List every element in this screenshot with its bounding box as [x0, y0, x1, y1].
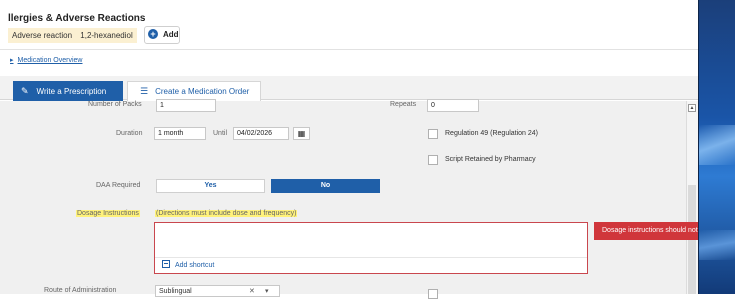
chevron-down-icon[interactable]: ▾ [265, 286, 269, 297]
number-of-packs-input[interactable]: 1 [156, 99, 216, 112]
regulation-49-label: Regulation 49 (Regulation 24) [445, 130, 539, 137]
medication-overview-label: Medication Overview [17, 57, 83, 64]
add-shortcut-label: Add shortcut [175, 262, 215, 269]
dosage-instructions-textarea[interactable] [154, 222, 588, 274]
scroll-up-arrow-icon[interactable]: ▲ [688, 104, 696, 112]
until-label: Until [213, 130, 228, 137]
clear-icon[interactable]: ✕ [249, 286, 255, 297]
shortcut-icon [162, 260, 170, 269]
dosage-instructions-hint: (Directions must include dose and freque… [155, 210, 298, 217]
repeats-input[interactable]: 0 [427, 99, 479, 112]
daa-required-label: DAA Required [96, 182, 141, 189]
until-date-input[interactable]: 04/02/2026 [233, 127, 289, 140]
arrow-icon: ▸ [10, 57, 14, 64]
reaction-substance: 1,2-hexanediol [80, 31, 133, 40]
list-icon: ☰ [140, 86, 149, 96]
repeats-label: Repeats [390, 101, 417, 108]
daa-yes-button[interactable]: Yes [156, 179, 265, 193]
duration-input[interactable]: 1 month [154, 127, 206, 140]
desktop-light-beam-lower [699, 230, 735, 260]
add-allergy-button[interactable]: + Add [144, 26, 180, 44]
tab-create-medication-order-label: Create a Medication Order [155, 87, 250, 96]
route-side-checkbox[interactable] [428, 289, 438, 299]
pencil-icon: ✎ [21, 86, 29, 96]
dosage-instructions-label: Dosage Instructions [76, 210, 140, 217]
allergy-chip[interactable]: Adverse reaction 1,2-hexanediol [8, 28, 137, 43]
reaction-type: Adverse reaction [12, 31, 73, 40]
add-shortcut-link[interactable]: Add shortcut [162, 260, 215, 269]
plus-icon: + [148, 28, 158, 39]
script-retained-checkbox[interactable] [428, 155, 438, 165]
dosage-divider [155, 257, 587, 258]
route-label: Route of Administration [44, 287, 117, 294]
allergies-panel: llergies & Adverse Reactions Adverse rea… [0, 0, 698, 50]
daa-no-button[interactable]: No [271, 179, 380, 193]
tab-write-prescription[interactable]: ✎ Write a Prescription [13, 81, 123, 101]
medication-overview-link[interactable]: ▸ Medication Overview [10, 56, 82, 64]
add-allergy-label: Add [162, 30, 179, 39]
tab-create-medication-order[interactable]: ☰ Create a Medication Order [127, 81, 261, 101]
desktop-background [698, 0, 735, 294]
script-retained-label: Script Retained by Pharmacy [445, 156, 536, 163]
route-select[interactable]: Sublingual ✕ ▾ [155, 285, 280, 297]
regulation-49-checkbox[interactable] [428, 129, 438, 139]
allergies-title: llergies & Adverse Reactions [8, 13, 146, 24]
desktop-light-beam [699, 125, 735, 165]
tab-write-prescription-label: Write a Prescription [36, 87, 107, 96]
number-of-packs-label: Number of Packs [88, 101, 142, 108]
duration-label: Duration [116, 130, 143, 137]
calendar-icon[interactable]: ▦ [293, 127, 310, 140]
